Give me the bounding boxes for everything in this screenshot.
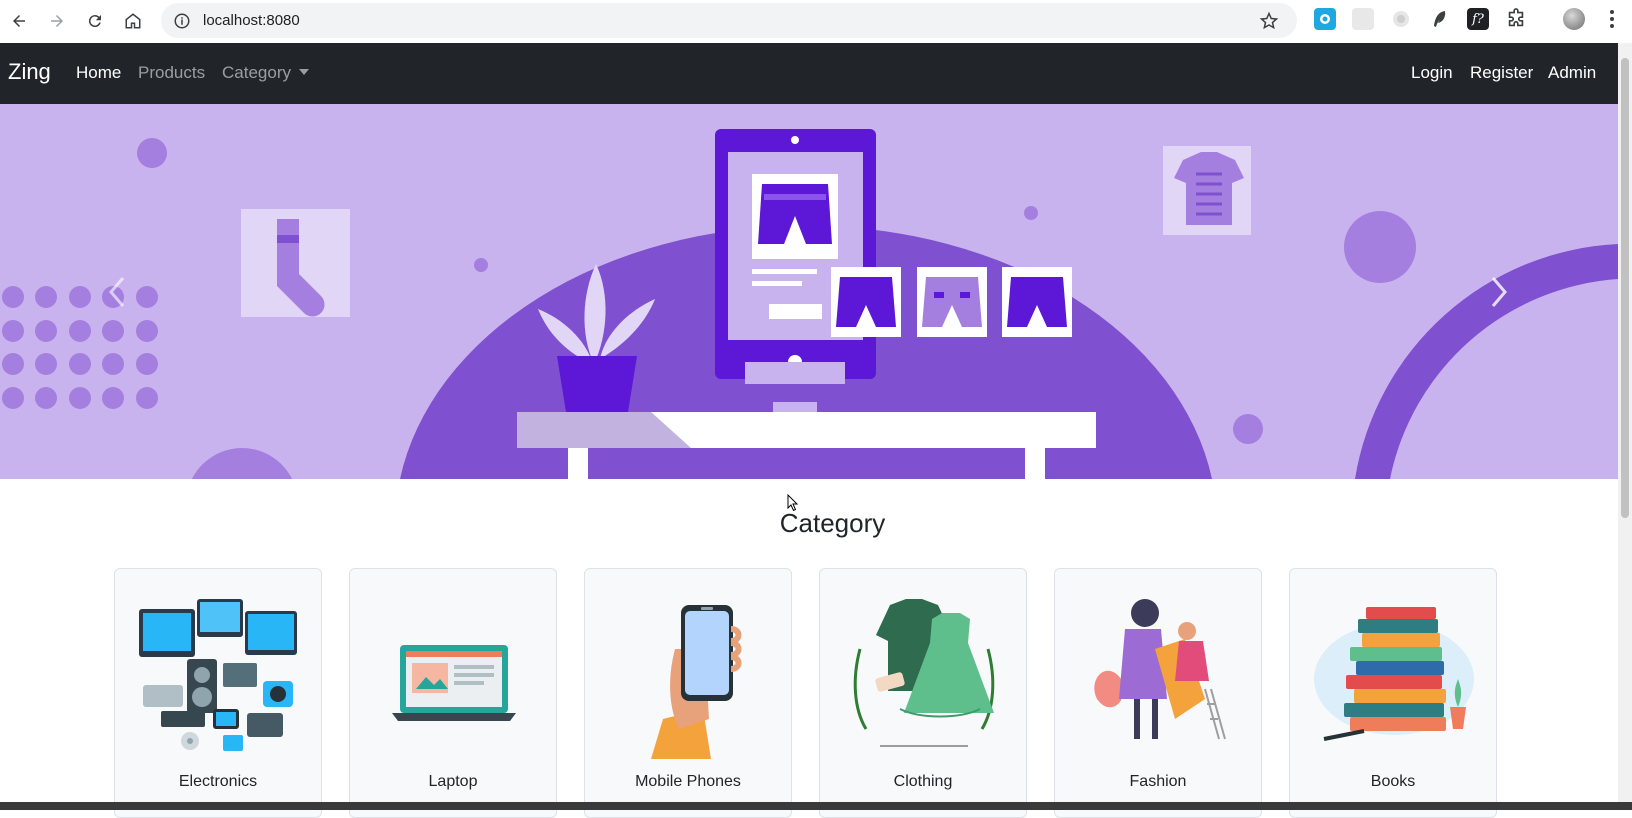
- carousel-banner-illustration: [0, 104, 1618, 479]
- screen-recorder-extension-icon[interactable]: [1314, 8, 1336, 30]
- nav-home-link[interactable]: Home: [76, 63, 121, 83]
- reload-icon[interactable]: [78, 4, 112, 38]
- bottom-edge: [0, 802, 1632, 810]
- mouse-cursor-icon: [787, 494, 799, 512]
- feather-extension-icon[interactable]: [1428, 8, 1450, 30]
- nav-register-link[interactable]: Register: [1470, 63, 1533, 83]
- chevron-right-icon: [1491, 277, 1507, 307]
- site-navbar: Zing Home Products Category Login Regist…: [0, 43, 1618, 104]
- chevron-left-icon: [109, 277, 125, 307]
- nav-admin-link[interactable]: Admin: [1548, 63, 1596, 83]
- category-card-electronics[interactable]: Electronics: [114, 568, 322, 818]
- category-card-clothing[interactable]: Clothing: [819, 568, 1027, 818]
- books-illustration: [1314, 607, 1474, 741]
- page-scrollbar[interactable]: [1618, 43, 1632, 810]
- scrollbar-thumb[interactable]: [1621, 58, 1629, 518]
- carousel-next-button[interactable]: [1483, 272, 1513, 312]
- nav-category-label: Category: [222, 63, 291, 82]
- font-extension-icon[interactable]: f?: [1467, 8, 1489, 30]
- extension-icon[interactable]: [1390, 8, 1412, 30]
- carousel-prev-button[interactable]: [103, 272, 133, 312]
- mobile-phone-illustration: [651, 605, 742, 759]
- site-info-icon[interactable]: [173, 12, 191, 30]
- category-label: Laptop: [428, 773, 478, 790]
- chevron-down-icon: [298, 69, 309, 75]
- back-icon[interactable]: [2, 4, 36, 38]
- nav-login-link[interactable]: Login: [1411, 63, 1453, 83]
- category-card-books[interactable]: Books: [1289, 568, 1497, 818]
- laptop-illustration: [392, 645, 516, 721]
- category-label: Books: [1370, 773, 1416, 790]
- category-label: Clothing: [893, 773, 953, 790]
- category-section-title: Category: [779, 508, 886, 538]
- puzzle-extensions-icon[interactable]: [1505, 8, 1527, 30]
- category-card-fashion[interactable]: Fashion: [1054, 568, 1262, 818]
- category-label: Electronics: [178, 773, 258, 790]
- brand-logo[interactable]: Zing: [8, 59, 51, 85]
- profile-avatar-icon[interactable]: [1563, 8, 1585, 30]
- clothing-illustration: [853, 599, 995, 747]
- hero-carousel: [0, 104, 1618, 479]
- category-card-mobile-phones[interactable]: Mobile Phones: [584, 568, 792, 818]
- forward-icon[interactable]: [40, 4, 74, 38]
- extension-icon[interactable]: [1352, 8, 1374, 30]
- bookmark-star-icon[interactable]: [1259, 11, 1279, 31]
- home-icon[interactable]: [116, 4, 150, 38]
- more-menu-icon[interactable]: [1601, 8, 1623, 30]
- nav-category-dropdown[interactable]: Category: [222, 63, 309, 83]
- category-label: Fashion: [1129, 773, 1187, 790]
- address-bar[interactable]: localhost:8080: [161, 3, 1297, 38]
- fashion-illustration: [1094, 599, 1226, 740]
- nav-products-link[interactable]: Products: [138, 63, 205, 83]
- category-label: Mobile Phones: [635, 773, 741, 790]
- browser-toolbar: localhost:8080 f?: [0, 0, 1632, 42]
- category-card-laptop[interactable]: Laptop: [349, 568, 557, 818]
- url-text: localhost:8080: [203, 12, 300, 29]
- electronics-illustration: [139, 599, 297, 751]
